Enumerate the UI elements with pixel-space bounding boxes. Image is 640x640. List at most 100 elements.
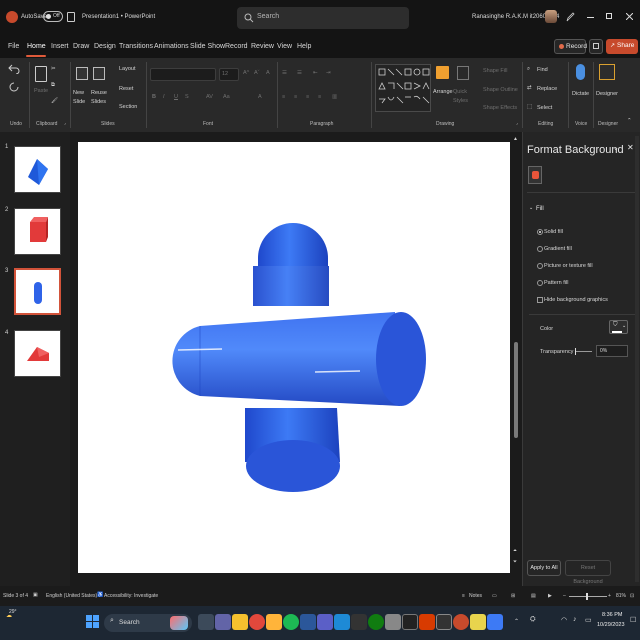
spotify-icon[interactable] [283, 614, 299, 630]
tab-slide-show[interactable]: Slide Show [190, 43, 225, 50]
slide-thumbnail-1[interactable] [14, 146, 61, 193]
shape-effects-button[interactable]: Shape Effects [483, 105, 517, 111]
battery-icon[interactable]: ▭ [585, 616, 592, 624]
apply-to-all-button[interactable]: Apply to All [527, 560, 561, 576]
tab-insert[interactable]: Insert [51, 43, 69, 50]
collapse-ribbon-icon[interactable]: ⌃ [627, 118, 632, 124]
arrange-label[interactable]: Arrange [433, 89, 453, 95]
app-icon[interactable] [385, 614, 401, 630]
zoom-level[interactable]: 81% [616, 593, 626, 599]
tab-transitions[interactable]: Transitions [119, 43, 153, 50]
picture-fill-radio[interactable] [537, 263, 543, 269]
notification-icon[interactable]: ☐ [630, 616, 636, 624]
notes-button[interactable]: Notes [469, 593, 482, 599]
record-button[interactable]: Record [554, 39, 587, 54]
tab-file[interactable]: File [8, 43, 19, 50]
drawing-launcher-icon[interactable]: ⌟ [516, 120, 518, 125]
transparency-input[interactable]: 0% [596, 345, 628, 357]
zoom-out-icon[interactable]: – [563, 593, 566, 599]
reuse-slides-label[interactable]: Reuse Slides [91, 89, 107, 107]
tab-review[interactable]: Review [251, 43, 274, 50]
columns-icon[interactable]: ▥ [332, 94, 337, 100]
word-icon[interactable] [300, 614, 316, 630]
accessibility-icon[interactable]: ♿ [97, 592, 103, 598]
replace-icon[interactable]: ⇄ [527, 85, 532, 91]
powerpoint-taskbar-icon[interactable] [453, 614, 469, 630]
justify-icon[interactable]: ≡ [318, 94, 321, 100]
find-button[interactable]: Find [537, 67, 548, 73]
format-painter-icon[interactable]: 🖌 [51, 98, 58, 104]
bullets-icon[interactable]: ☰ [282, 70, 287, 76]
quick-styles-label[interactable]: Quick Styles [453, 88, 471, 106]
decrease-indent-icon[interactable]: ⇤ [313, 70, 318, 76]
app-icon[interactable] [487, 614, 503, 630]
fill-section-header[interactable]: Fill [536, 206, 544, 212]
slide-thumbnail-2[interactable] [14, 208, 61, 255]
tab-help[interactable]: Help [297, 43, 311, 50]
pattern-fill-label[interactable]: Pattern fill [544, 280, 568, 286]
start-button[interactable] [86, 615, 99, 628]
normal-view-icon[interactable]: ▭ [492, 593, 497, 599]
pane-options-chevron-icon[interactable]: ⌄ [613, 144, 619, 152]
replace-button[interactable]: Replace [537, 86, 557, 92]
slide-thumbnail-3[interactable] [14, 268, 61, 315]
underline-icon[interactable]: U [174, 94, 178, 100]
align-right-icon[interactable]: ≡ [306, 94, 309, 100]
teams-icon[interactable] [317, 614, 333, 630]
reading-view-icon[interactable]: ▤ [531, 593, 536, 599]
tab-home[interactable]: Home [27, 43, 46, 50]
gradient-fill-label[interactable]: Gradient fill [544, 246, 572, 252]
fill-section-chevron-icon[interactable]: ⌄ [529, 205, 533, 211]
autosave-toggle[interactable]: Off [43, 11, 63, 22]
spelling-icon[interactable]: ▣ [33, 592, 38, 598]
numbering-icon[interactable]: ☰ [297, 70, 302, 76]
char-spacing-icon[interactable]: AV [206, 94, 213, 100]
notes-icon[interactable]: ≡ [462, 593, 465, 599]
paste-icon[interactable] [35, 66, 47, 82]
redo-icon[interactable] [8, 82, 20, 92]
new-slide-icon[interactable] [76, 67, 88, 80]
clock-date[interactable]: 10/29/2023 [597, 622, 625, 628]
vertical-scrollbar[interactable] [514, 342, 518, 438]
slideshow-icon[interactable]: ▶ [548, 593, 552, 599]
quick-styles-icon[interactable] [457, 66, 469, 80]
zoom-in-icon[interactable]: + [608, 593, 611, 599]
designer-button[interactable]: Designer [596, 91, 618, 97]
pen-icon[interactable] [566, 12, 575, 22]
prev-slide-icon[interactable]: ⏶ [513, 548, 517, 554]
taskbar-search[interactable]: ⌕ Search [104, 614, 192, 632]
meet-icon[interactable] [215, 614, 231, 630]
fill-category-icon[interactable] [528, 166, 542, 184]
vscode-icon[interactable] [334, 614, 350, 630]
dictate-button[interactable]: Dictate [572, 91, 589, 97]
wifi-icon[interactable]: ◠ [561, 616, 567, 624]
undo-icon[interactable] [8, 64, 20, 74]
solid-fill-label[interactable]: Solid fill [544, 229, 563, 235]
font-size-field[interactable]: 12 [219, 68, 239, 81]
scroll-up-icon[interactable]: ▲ [513, 136, 518, 142]
hide-background-checkbox[interactable] [537, 297, 543, 303]
microphone-icon[interactable] [576, 64, 585, 80]
task-view-icon[interactable] [198, 614, 214, 630]
cut-icon[interactable]: ✂ [51, 66, 56, 72]
close-icon[interactable] [626, 13, 633, 20]
search-box[interactable]: Search [237, 7, 409, 29]
font-color-icon[interactable]: A [258, 94, 262, 100]
arrange-icon[interactable] [436, 66, 449, 79]
designer-icon[interactable] [599, 64, 615, 80]
shrink-font-icon[interactable]: Aˇ [254, 70, 260, 76]
bold-icon[interactable]: B [152, 94, 156, 100]
share-button[interactable]: ↗ Share [606, 39, 638, 54]
horizontal-cylinder[interactable] [172, 312, 426, 406]
color-picker-button[interactable]: ⛉ ⌄ [609, 320, 628, 334]
align-center-icon[interactable]: ≡ [294, 94, 297, 100]
slide-canvas[interactable] [78, 142, 510, 573]
change-case-icon[interactable]: Aa [223, 94, 230, 100]
picture-fill-label[interactable]: Picture or texture fill [544, 263, 593, 269]
paint-icon[interactable] [266, 614, 282, 630]
volume-icon[interactable]: ♪ [573, 616, 577, 623]
clear-format-icon[interactable]: A [266, 70, 270, 76]
shapes-gallery[interactable] [375, 64, 431, 112]
tab-animations[interactable]: Animations [154, 43, 189, 50]
next-slide-icon[interactable]: ⏷ [513, 559, 517, 565]
